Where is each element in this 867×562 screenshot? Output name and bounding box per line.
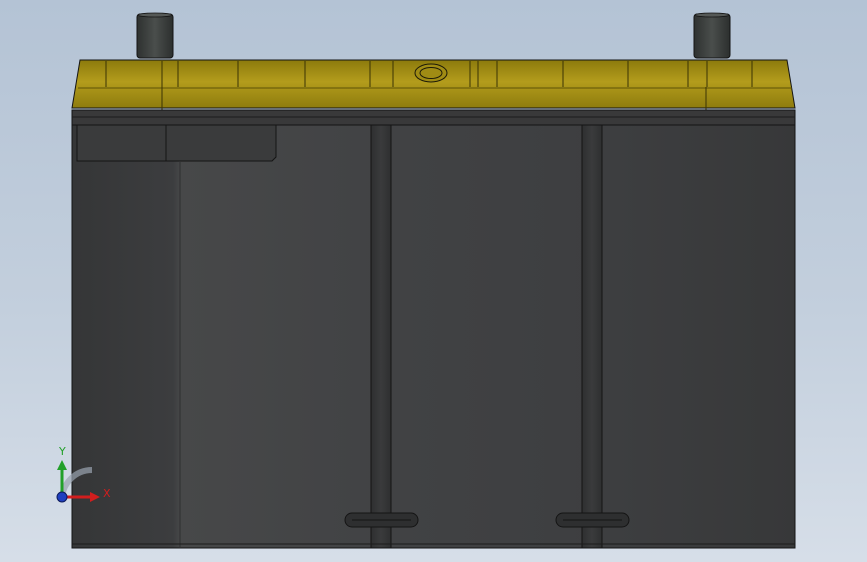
case-rib-left <box>370 124 392 549</box>
3d-viewport[interactable]: Y X <box>0 0 867 562</box>
battery-model[interactable]: Y X <box>0 0 867 562</box>
left-terminal[interactable] <box>136 12 174 59</box>
x-axis-label: X <box>103 487 111 500</box>
right-terminal[interactable] <box>693 12 731 59</box>
bottom-slot-left <box>344 512 419 528</box>
y-axis-label: Y <box>58 445 66 458</box>
case-rib-right <box>581 124 603 549</box>
z-axis-dot <box>56 491 68 503</box>
bottom-slot-right <box>555 512 630 528</box>
case-ledge <box>76 124 277 162</box>
